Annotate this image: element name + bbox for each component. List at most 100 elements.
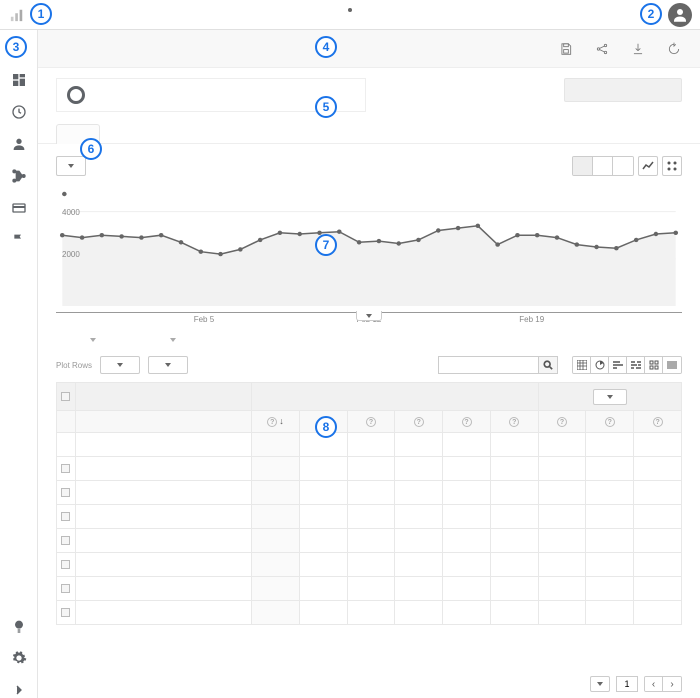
row-metric-cell [395,505,443,529]
row-checkbox-cell[interactable] [57,553,76,577]
page-number-input[interactable] [616,676,638,692]
row-metric-cell [347,601,395,625]
metric-col-5[interactable]: ? [490,411,538,433]
secondary-dim-dropdown[interactable] [100,356,140,374]
home-icon[interactable] [11,40,27,56]
row-metric-cell [443,481,491,505]
help-icon[interactable]: ? [653,417,663,427]
chart-metric-dropdown[interactable] [56,156,86,176]
row-checkbox-cell[interactable] [57,505,76,529]
metric-col-2[interactable]: ? [347,411,395,433]
row-metric-cell [490,505,538,529]
pager-prev-button[interactable]: ‹ [645,677,663,691]
metric-col-1[interactable]: ? [299,411,347,433]
metric-group-dropdown[interactable] [593,389,627,405]
view-pivot-icon[interactable] [645,357,663,373]
row-dimension-cell[interactable] [75,601,251,625]
search-input[interactable] [438,356,538,374]
row-metric-cell [538,505,586,529]
search-button[interactable] [538,356,558,374]
help-icon[interactable]: ? [414,417,424,427]
plot-rows-label: Plot Rows [56,361,92,370]
view-performance-icon[interactable] [609,357,627,373]
realtime-clock-icon[interactable] [11,104,27,120]
sort-type-dropdown[interactable] [148,356,188,374]
view-columns-icon[interactable] [663,357,681,373]
chart-expand-dropdown[interactable] [356,311,382,321]
row-dimension-cell[interactable] [75,505,251,529]
row-metric-cell [395,601,443,625]
conversions-flag-icon[interactable] [11,232,27,248]
acquisition-route-icon[interactable] [11,168,27,184]
row-checkbox-cell[interactable] [57,601,76,625]
metric-col-6[interactable]: ? [538,411,586,433]
data-table: ?↓???????? [56,382,682,625]
row-checkbox-cell[interactable] [57,457,76,481]
table-row [57,601,682,625]
metric-col-7[interactable]: ? [586,411,634,433]
pager-next-button[interactable]: › [663,677,681,691]
row-dimension-cell[interactable] [75,457,251,481]
row-checkbox-cell[interactable] [57,577,76,601]
header-check-all[interactable] [57,383,76,411]
row-dimension-cell[interactable] [75,553,251,577]
view-percentage-icon[interactable] [591,357,609,373]
row-metric-cell [490,601,538,625]
row-metric-cell [395,481,443,505]
row-metric-cell [299,601,347,625]
table-row [57,553,682,577]
dimension-row [38,332,700,350]
behavior-card-icon[interactable] [11,200,27,216]
primary-dimension-dropdown[interactable] [56,338,96,350]
row-checkbox-cell[interactable] [57,481,76,505]
app-logo-icon [10,8,24,22]
export-download-icon[interactable] [630,41,646,57]
secondary-dimension-dropdown[interactable] [136,338,176,350]
metric-col-3[interactable]: ? [395,411,443,433]
help-icon[interactable]: ? [366,417,376,427]
chart-type-motion-icon[interactable] [662,156,682,176]
help-icon[interactable]: ? [267,417,277,427]
tab-explorer[interactable] [56,124,100,144]
view-data-icon[interactable] [573,357,591,373]
dashboard-icon[interactable] [11,72,27,88]
help-icon[interactable]: ? [509,417,519,427]
audience-person-icon[interactable] [11,136,27,152]
row-metric-cell [538,577,586,601]
help-icon[interactable]: ? [557,417,567,427]
row-checkbox-cell[interactable] [57,433,76,457]
save-icon[interactable] [558,41,574,57]
row-dimension-cell[interactable] [75,529,251,553]
help-icon[interactable]: ? [462,417,472,427]
admin-gear-icon[interactable] [11,650,27,666]
row-metric-cell [490,577,538,601]
refresh-insights-icon[interactable] [666,41,682,57]
row-checkbox-cell[interactable] [57,529,76,553]
chart-granularity-toggle[interactable] [572,156,634,176]
row-dimension-cell[interactable] [75,481,251,505]
row-metric-cell [538,457,586,481]
row-dimension-cell[interactable] [75,433,251,457]
row-dimension-cell[interactable] [75,577,251,601]
metric-col-0[interactable]: ?↓ [252,411,300,433]
view-comparison-icon[interactable] [627,357,645,373]
user-avatar[interactable] [668,3,692,27]
metric-col-8[interactable]: ? [634,411,682,433]
metric-selector-row [38,68,700,122]
date-range-picker[interactable] [564,78,682,102]
row-metric-cell [347,529,395,553]
help-icon[interactable]: ? [318,417,328,427]
row-metric-cell [347,553,395,577]
chart-type-line-icon[interactable] [638,156,658,176]
discover-bulb-icon[interactable] [11,618,27,634]
metric-circle-icon [67,86,85,104]
share-icon[interactable] [594,41,610,57]
metric-col-4[interactable]: ? [443,411,491,433]
chart-panel: 4000 2000 Feb 5 Feb 12 Feb 19 [38,144,700,332]
collapse-chevron-right-icon[interactable] [11,682,27,698]
rows-per-page-dropdown[interactable] [590,676,610,692]
row-metric-cell [634,577,682,601]
row-metric-cell [443,601,491,625]
metric-chip[interactable] [56,78,366,112]
help-icon[interactable]: ? [605,417,615,427]
